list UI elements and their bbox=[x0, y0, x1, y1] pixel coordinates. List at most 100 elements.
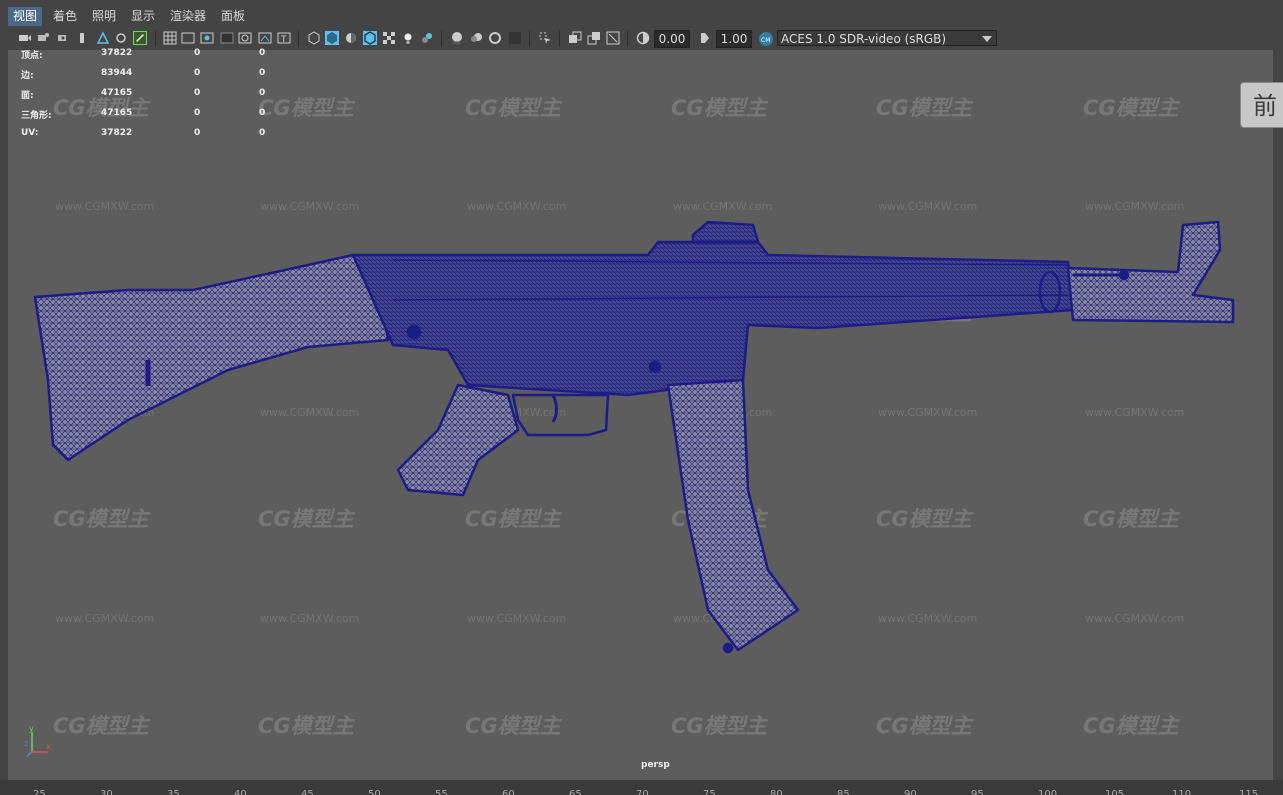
ruler-tick-label: 35 bbox=[167, 789, 180, 795]
ruler-tick-label: 105 bbox=[1105, 789, 1125, 795]
color-transform-dropdown[interactable]: ACES 1.0 SDR-video (sRGB) bbox=[777, 30, 997, 46]
exposure-field[interactable]: 0.00 bbox=[654, 30, 690, 48]
ruler-tick-label: 70 bbox=[636, 789, 649, 795]
ruler-tick-label: 40 bbox=[234, 789, 247, 795]
hud-value-edges-selected: 0 bbox=[194, 68, 201, 78]
ruler-tick-label: 90 bbox=[904, 789, 917, 795]
toolbar-separator bbox=[298, 31, 299, 47]
image-plane-icon[interactable] bbox=[76, 31, 90, 45]
anti-aliasing-icon[interactable] bbox=[488, 31, 502, 45]
default-material-icon[interactable] bbox=[344, 31, 358, 45]
xray-icon[interactable] bbox=[568, 31, 582, 45]
axis-label-x: x bbox=[46, 742, 51, 751]
hud-value-vertices: 37822 bbox=[101, 48, 133, 58]
chevron-down-icon bbox=[982, 36, 992, 42]
hud-value-triangles-components: 0 bbox=[259, 108, 266, 118]
xray-active-components-icon[interactable] bbox=[606, 31, 620, 45]
ruler-tick-label: 50 bbox=[368, 789, 381, 795]
toolbar-separator bbox=[441, 31, 442, 47]
wireframe-on-shaded-icon[interactable] bbox=[363, 31, 377, 45]
ruler-tick-label: 55 bbox=[435, 789, 448, 795]
hud-label-faces: 面: bbox=[21, 91, 34, 101]
ruler-tick-label: 75 bbox=[703, 789, 716, 795]
axis-label-z: z bbox=[24, 739, 28, 748]
textured-icon[interactable] bbox=[382, 31, 396, 45]
ruler-tick-label: 65 bbox=[569, 789, 582, 795]
hud-value-uvs-components: 0 bbox=[259, 128, 266, 138]
field-chart-icon[interactable] bbox=[238, 31, 252, 45]
hud-value-faces-selected: 0 bbox=[194, 88, 201, 98]
two-d-pan-zoom-icon[interactable] bbox=[96, 31, 110, 45]
ruler-tick-label: 25 bbox=[33, 789, 46, 795]
camera-name-label: persp bbox=[641, 760, 670, 770]
menu-renderer[interactable]: 渲染器 bbox=[165, 7, 211, 26]
camera-attributes-icon[interactable] bbox=[36, 31, 50, 45]
gate-mask-icon[interactable] bbox=[220, 31, 234, 45]
hud-value-edges: 83944 bbox=[101, 68, 133, 78]
color-transform-label: ACES 1.0 SDR-video (sRGB) bbox=[781, 32, 947, 46]
ruler-tick-label: 95 bbox=[971, 789, 984, 795]
camera-select-icon[interactable] bbox=[18, 31, 32, 45]
hud-value-faces-components: 0 bbox=[259, 88, 266, 98]
toolbar-separator bbox=[155, 31, 156, 47]
hud-label-vertices: 顶点: bbox=[21, 51, 43, 61]
safe-action-icon[interactable] bbox=[258, 31, 272, 45]
ruler-tick-label: 85 bbox=[837, 789, 850, 795]
panel-border-right bbox=[1273, 28, 1283, 780]
use-all-lights-icon[interactable] bbox=[401, 31, 415, 45]
perspective-viewport[interactable]: CG模型主 CG模型主 CG模型主 CG模型主 CG模型主 CG模型主 CG模型主 CG模型主… bbox=[8, 48, 1273, 780]
hud-value-vertices-selected: 0 bbox=[194, 48, 201, 58]
hud-value-edges-components: 0 bbox=[259, 68, 266, 78]
menu-view[interactable]: 视图 bbox=[8, 7, 43, 26]
depth-of-field-icon[interactable] bbox=[508, 31, 522, 45]
bookmarks-icon[interactable] bbox=[56, 31, 70, 45]
hud-label-triangles: 三角形: bbox=[21, 111, 52, 121]
toolbar-separator bbox=[559, 31, 560, 47]
gamma-field[interactable]: 1.00 bbox=[716, 30, 752, 48]
shadows-icon[interactable] bbox=[420, 31, 434, 45]
smooth-shade-icon[interactable] bbox=[325, 31, 339, 45]
hud-value-triangles-selected: 0 bbox=[194, 108, 201, 118]
time-slider-ruler[interactable]: 25 30 35 40 45 50 55 60 65 70 75 80 85 90 95 100 105 110 1… bbox=[0, 780, 1283, 795]
color-management-icon[interactable]: CM bbox=[758, 31, 774, 47]
exposure-icon[interactable] bbox=[636, 31, 650, 45]
svg-text:T: T bbox=[280, 35, 287, 45]
hud-value-triangles: 47165 bbox=[101, 108, 133, 118]
svg-text:CM: CM bbox=[761, 37, 770, 44]
toolbar-separator bbox=[627, 31, 628, 47]
wireframe-icon[interactable] bbox=[307, 31, 321, 45]
panel-border-left bbox=[0, 28, 8, 780]
ruler-tick-label: 60 bbox=[502, 789, 515, 795]
hud-value-uvs-selected: 0 bbox=[194, 128, 201, 138]
ruler-tick-label: 110 bbox=[1172, 789, 1192, 795]
hud-value-faces: 47165 bbox=[101, 88, 133, 98]
isolate-select-icon[interactable] bbox=[538, 31, 552, 45]
pencil-icon[interactable] bbox=[133, 31, 147, 45]
ruler-tick-label: 45 bbox=[301, 789, 314, 795]
gamma-icon[interactable] bbox=[698, 31, 712, 45]
rifle-model-wireframe[interactable] bbox=[8, 50, 1273, 780]
film-gate-icon[interactable] bbox=[181, 31, 195, 45]
grid-icon[interactable] bbox=[163, 31, 177, 45]
hud-value-vertices-components: 0 bbox=[259, 48, 266, 58]
view-cube-front[interactable]: 前 bbox=[1240, 82, 1283, 128]
panel-menu-bar: 视图 着色 照明 显示 渲染器 面板 bbox=[0, 0, 1283, 28]
xray-joints-icon[interactable] bbox=[587, 31, 601, 45]
ruler-tick-label: 80 bbox=[770, 789, 783, 795]
axis-label-y: y bbox=[29, 724, 34, 733]
hud-value-uvs: 37822 bbox=[101, 128, 133, 138]
screen-space-ao-icon[interactable] bbox=[450, 31, 464, 45]
menu-show[interactable]: 显示 bbox=[126, 7, 160, 26]
resolution-gate-icon[interactable] bbox=[200, 31, 214, 45]
menu-panels[interactable]: 面板 bbox=[216, 7, 250, 26]
panel-toolbar: T 0.00 1.00 CM ACES 1.0 SDR-video (sRGB) bbox=[0, 28, 1283, 50]
safe-title-icon[interactable]: T bbox=[277, 31, 291, 45]
menu-shading[interactable]: 着色 bbox=[48, 7, 82, 26]
toolbar-separator bbox=[529, 31, 530, 47]
hud-label-uvs: UV: bbox=[21, 128, 39, 138]
menu-lighting[interactable]: 照明 bbox=[87, 7, 121, 26]
ruler-tick-label: 115 bbox=[1239, 789, 1259, 795]
motion-blur-icon[interactable] bbox=[469, 31, 483, 45]
grease-pencil-icon[interactable] bbox=[114, 31, 128, 45]
hud-label-edges: 边: bbox=[21, 71, 34, 81]
